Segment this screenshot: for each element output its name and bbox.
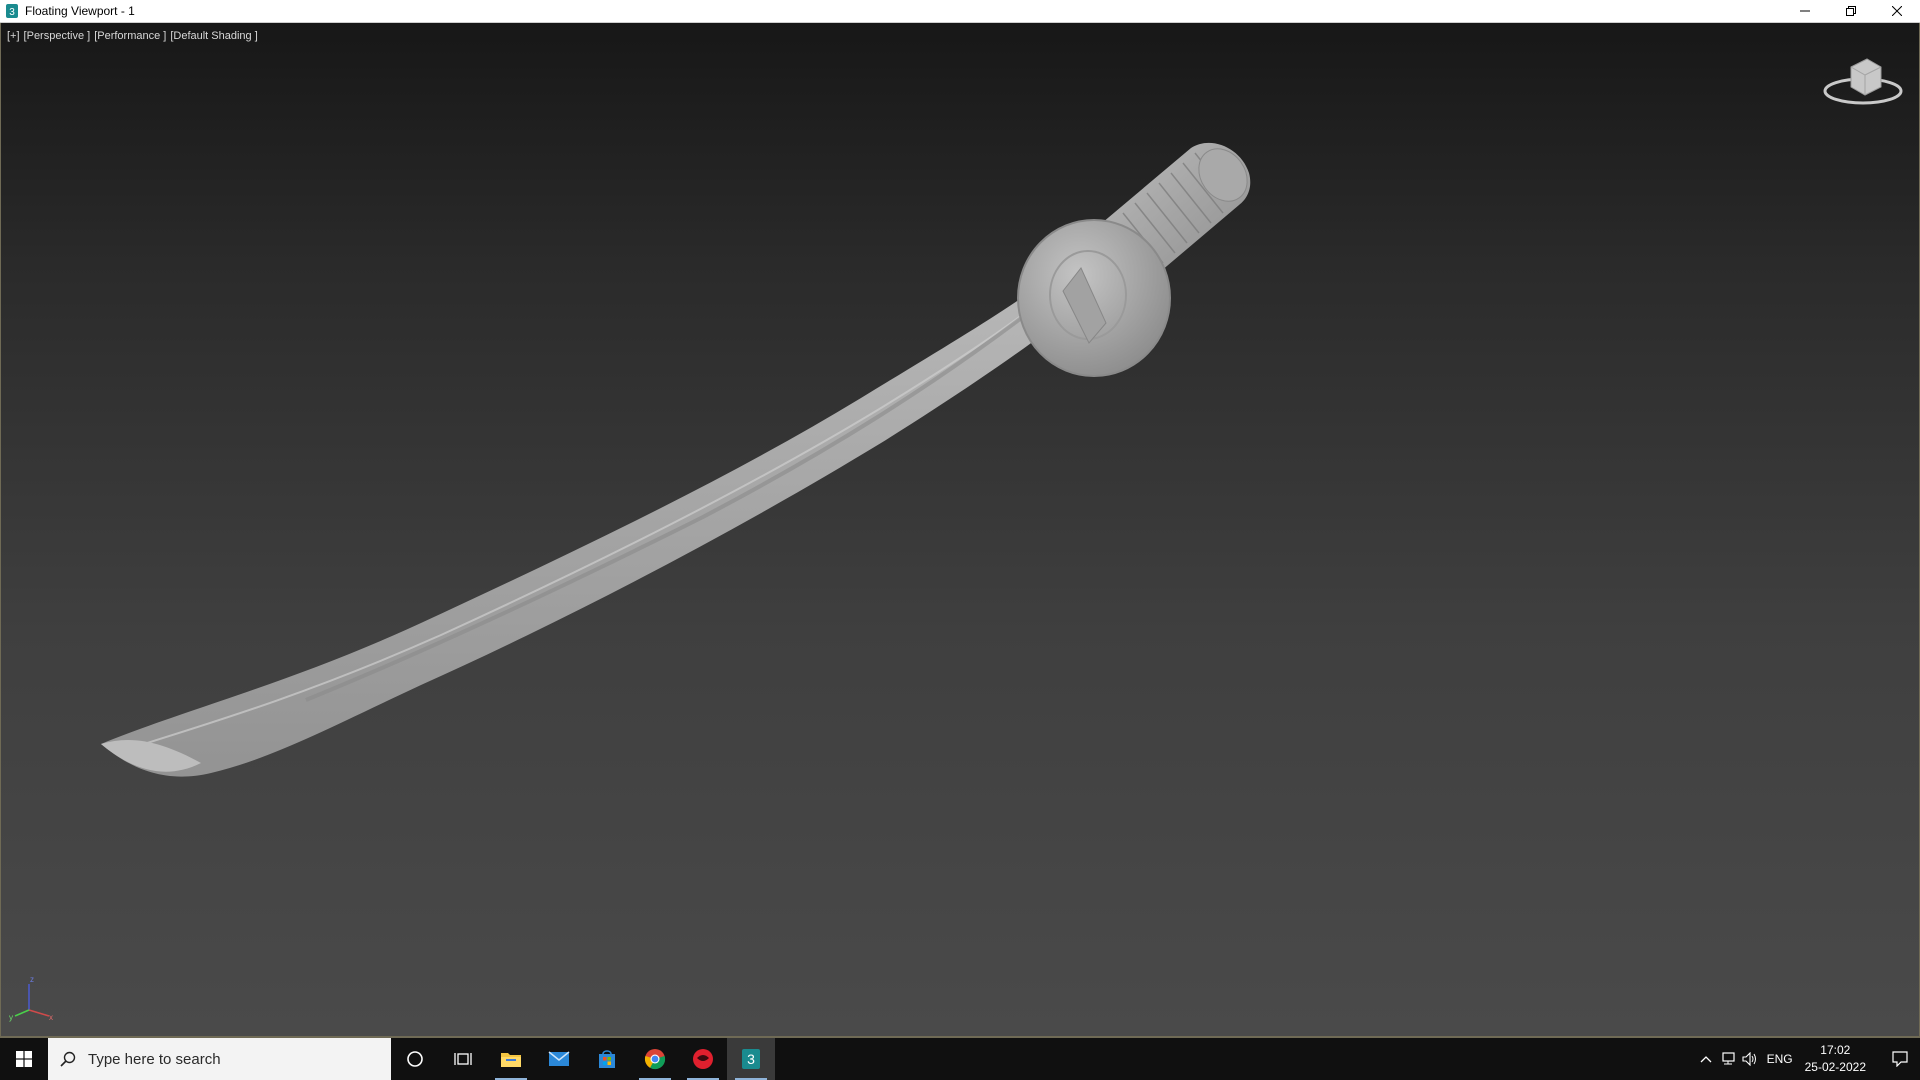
axis-tripod: z x y [9, 975, 53, 1022]
windows-logo-icon [16, 1051, 32, 1067]
mail-taskbar-button[interactable] [535, 1038, 583, 1080]
close-button[interactable] [1874, 0, 1920, 22]
3ds-max-app-icon: 3 [5, 4, 19, 18]
axis-z-label: z [30, 975, 34, 984]
speaker-icon [1742, 1052, 1756, 1066]
window-title: Floating Viewport - 1 [25, 4, 135, 18]
taskbar: Type here to search 3 ENG 17:02 25-02-20… [0, 1038, 1920, 1080]
network-button[interactable] [1717, 1038, 1739, 1080]
volume-button[interactable] [1739, 1038, 1761, 1080]
notification-icon [1892, 1051, 1908, 1067]
clock-button[interactable]: 17:02 25-02-2022 [1805, 1042, 1866, 1076]
svg-text:3: 3 [747, 1051, 755, 1067]
start-button[interactable] [0, 1038, 48, 1080]
restore-icon [1846, 6, 1856, 16]
task-view-button[interactable] [439, 1038, 487, 1080]
window-controls [1782, 0, 1920, 22]
axis-y-label: y [9, 1013, 13, 1022]
3ds-max-icon: 3 [742, 1049, 760, 1069]
viewcube[interactable] [1821, 51, 1905, 111]
file-explorer-taskbar-button[interactable] [487, 1038, 535, 1080]
restore-button[interactable] [1828, 0, 1874, 22]
mail-icon [548, 1051, 570, 1066]
axis-x-label: x [49, 1013, 53, 1022]
minimize-button[interactable] [1782, 0, 1828, 22]
red-app-icon [693, 1049, 713, 1069]
cortana-button[interactable] [391, 1038, 439, 1080]
chevron-up-icon [1700, 1056, 1712, 1063]
clock-time: 17:02 [1820, 1043, 1851, 1057]
search-placeholder: Type here to search [88, 1050, 221, 1068]
taskbar-search-box[interactable]: Type here to search [48, 1038, 391, 1080]
katana-blade [101, 278, 1071, 777]
viewcube-cube[interactable] [1850, 58, 1882, 96]
search-icon [60, 1051, 76, 1067]
store-bag-icon [599, 1050, 615, 1068]
show-hidden-icons-button[interactable] [1695, 1038, 1717, 1080]
close-icon [1892, 6, 1902, 16]
title-bar: 3 Floating Viewport - 1 [0, 0, 1920, 23]
svg-text:3: 3 [9, 7, 15, 18]
task-view-icon [454, 1053, 472, 1065]
blade-ridge-line [130, 292, 1052, 749]
clock-date: 25-02-2022 [1804, 1060, 1866, 1074]
network-icon [1721, 1052, 1735, 1065]
action-center-button[interactable] [1880, 1038, 1920, 1080]
input-language-indicator[interactable]: ENG [1767, 1052, 1793, 1066]
cortana-circle-icon [407, 1051, 423, 1067]
microsoft-store-taskbar-button[interactable] [583, 1038, 631, 1080]
minimize-icon [1800, 10, 1810, 12]
folder-icon [501, 1053, 521, 1067]
chrome-icon [644, 1049, 666, 1070]
red-app-taskbar-button[interactable] [679, 1038, 727, 1080]
katana-model[interactable] [1, 23, 1919, 1036]
chrome-taskbar-button[interactable] [631, 1038, 679, 1080]
3ds-max-taskbar-button[interactable]: 3 [727, 1038, 775, 1080]
system-tray: ENG 17:02 25-02-2022 [1695, 1038, 1920, 1080]
perspective-viewport[interactable]: [+] [Perspective ] [Performance ] [Defau… [0, 23, 1920, 1038]
